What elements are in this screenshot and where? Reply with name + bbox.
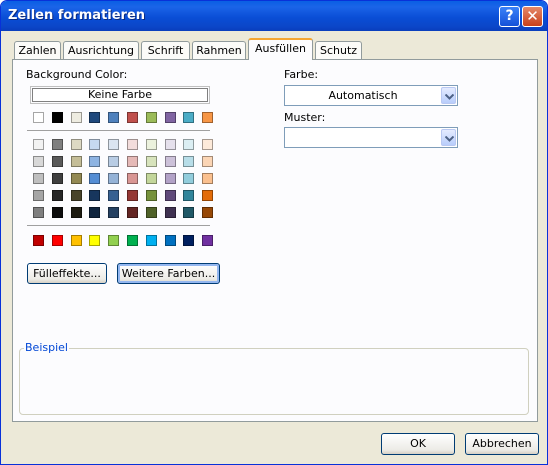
color-swatch[interactable] [127, 112, 138, 123]
color-swatch[interactable] [51, 156, 63, 167]
color-swatch[interactable] [145, 173, 157, 184]
fill-effects-button[interactable]: Fülleffekte... [27, 263, 107, 284]
format-cells-dialog: Zellen formatieren ? ✕ Zahlen Ausrichtun… [0, 0, 548, 465]
color-dropdown[interactable]: Automatisch [284, 85, 458, 106]
color-swatch[interactable] [127, 235, 138, 246]
color-swatch[interactable] [108, 112, 120, 123]
color-swatch[interactable] [108, 207, 120, 218]
color-swatch[interactable] [164, 173, 176, 184]
color-swatch[interactable] [51, 173, 63, 184]
color-swatch[interactable] [51, 190, 63, 201]
color-swatch[interactable] [33, 139, 44, 150]
color-swatch[interactable] [145, 235, 157, 246]
color-swatch[interactable] [183, 235, 195, 246]
color-swatch[interactable] [89, 235, 101, 246]
color-swatch[interactable] [70, 235, 82, 246]
color-swatch[interactable] [108, 173, 120, 184]
color-swatch[interactable] [89, 173, 101, 184]
color-swatch[interactable] [164, 112, 176, 123]
color-swatch[interactable] [89, 207, 101, 218]
color-swatch[interactable] [70, 207, 82, 218]
palette-divider [27, 130, 210, 131]
color-swatch[interactable] [89, 112, 101, 123]
chevron-down-icon[interactable] [441, 87, 456, 104]
color-swatch[interactable] [108, 235, 120, 246]
color-swatch[interactable] [33, 235, 44, 246]
color-swatch[interactable] [183, 156, 195, 167]
color-swatch[interactable] [183, 190, 195, 201]
color-swatch[interactable] [33, 190, 44, 201]
color-swatch[interactable] [202, 190, 214, 201]
color-swatch[interactable] [51, 235, 63, 246]
color-swatch[interactable] [51, 207, 63, 218]
color-dropdown-value: Automatisch [328, 89, 398, 102]
sample-groupbox [19, 348, 529, 415]
color-swatch[interactable] [33, 173, 44, 184]
color-swatch[interactable] [202, 156, 214, 167]
color-swatch[interactable] [145, 139, 157, 150]
color-swatch[interactable] [108, 139, 120, 150]
chevron-down-icon[interactable] [441, 129, 456, 146]
color-swatch[interactable] [70, 139, 82, 150]
color-swatch[interactable] [33, 207, 44, 218]
color-swatch[interactable] [183, 207, 195, 218]
color-swatch[interactable] [89, 190, 101, 201]
color-swatch[interactable] [108, 156, 120, 167]
color-swatch[interactable] [70, 156, 82, 167]
color-swatch[interactable] [183, 139, 195, 150]
color-swatch[interactable] [89, 139, 101, 150]
no-color-button[interactable]: Keine Farbe [30, 86, 210, 104]
color-swatch[interactable] [33, 112, 44, 123]
color-swatch[interactable] [145, 156, 157, 167]
color-swatch[interactable] [164, 139, 176, 150]
color-swatch[interactable] [70, 112, 82, 123]
panel-content: Background Color: Keine Farbe Fülleffekt… [1, 1, 547, 464]
color-swatch[interactable] [89, 156, 101, 167]
color-swatch[interactable] [202, 207, 214, 218]
cancel-button[interactable]: Abbrechen [465, 433, 539, 455]
color-swatch[interactable] [164, 156, 176, 167]
color-swatch[interactable] [145, 190, 157, 201]
sample-label: Beispiel [24, 341, 69, 354]
color-swatch[interactable] [33, 156, 44, 167]
color-swatch[interactable] [202, 235, 214, 246]
color-swatch[interactable] [202, 173, 214, 184]
color-swatch[interactable] [108, 190, 120, 201]
color-swatch[interactable] [164, 207, 176, 218]
color-swatch[interactable] [70, 190, 82, 201]
color-swatch[interactable] [145, 112, 157, 123]
color-swatch[interactable] [164, 190, 176, 201]
color-swatch[interactable] [127, 139, 138, 150]
color-swatch[interactable] [127, 190, 138, 201]
color-swatch[interactable] [127, 207, 138, 218]
color-swatch[interactable] [183, 112, 195, 123]
color-label: Farbe: [284, 68, 319, 81]
color-swatch[interactable] [183, 173, 195, 184]
pattern-label: Muster: [284, 111, 326, 124]
background-color-label: Background Color: [26, 68, 128, 81]
color-swatch[interactable] [164, 235, 176, 246]
more-colors-button[interactable]: Weitere Farben... [117, 263, 220, 284]
color-swatch[interactable] [127, 173, 138, 184]
color-swatch[interactable] [202, 139, 214, 150]
color-swatch[interactable] [51, 139, 63, 150]
color-swatch[interactable] [202, 112, 214, 123]
ok-button[interactable]: OK [381, 433, 455, 455]
pattern-dropdown[interactable] [284, 127, 458, 148]
palette-divider [27, 225, 210, 226]
color-swatch[interactable] [70, 173, 82, 184]
color-swatch[interactable] [145, 207, 157, 218]
color-swatch[interactable] [127, 156, 138, 167]
color-swatch[interactable] [51, 112, 63, 123]
